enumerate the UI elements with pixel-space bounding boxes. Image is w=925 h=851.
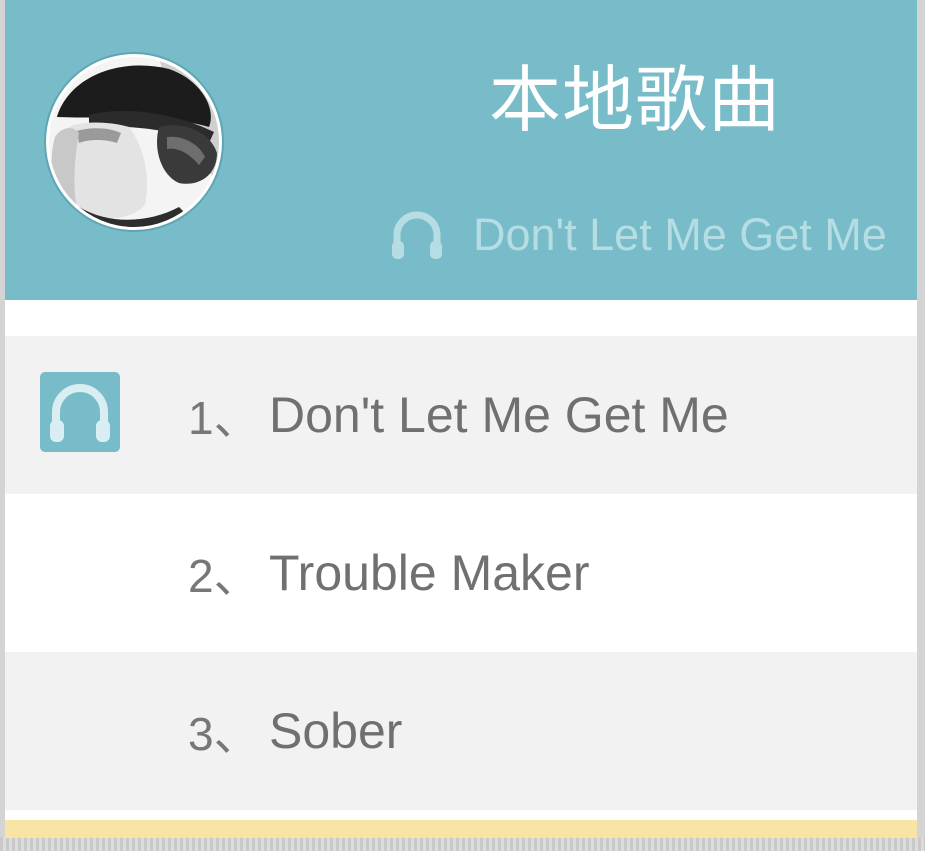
footer-bar [5, 820, 917, 838]
background-strip [0, 837, 925, 851]
song-index: 2、 [188, 550, 260, 602]
song-row[interactable]: 1、 Don't Let Me Get Me [5, 336, 917, 494]
avatar[interactable] [46, 54, 222, 230]
song-title: Trouble Maker [269, 545, 590, 601]
song-index: 3、 [188, 708, 260, 760]
song-index: 1、 [188, 392, 260, 444]
music-player-app: 本地歌曲 Don't Let Me Get Me 1、 Don't Let Me… [5, 0, 917, 838]
list-spacer [5, 300, 917, 336]
song-row[interactable]: 2、 Trouble Maker [5, 494, 917, 652]
song-list: 1、 Don't Let Me Get Me 2、 Trouble Maker … [5, 336, 917, 810]
page-title: 本地歌曲 [489, 58, 782, 142]
now-playing-title: Don't Let Me Get Me [473, 209, 887, 260]
avatar-image [49, 57, 219, 227]
song-row[interactable]: 3、 Sober [5, 652, 917, 810]
song-title: Sober [269, 703, 403, 759]
header: 本地歌曲 Don't Let Me Get Me [5, 0, 917, 300]
song-title: Don't Let Me Get Me [269, 387, 729, 443]
playing-headphones-icon [40, 372, 120, 452]
headphones-icon [389, 207, 445, 263]
now-playing[interactable]: Don't Let Me Get Me [389, 200, 887, 270]
